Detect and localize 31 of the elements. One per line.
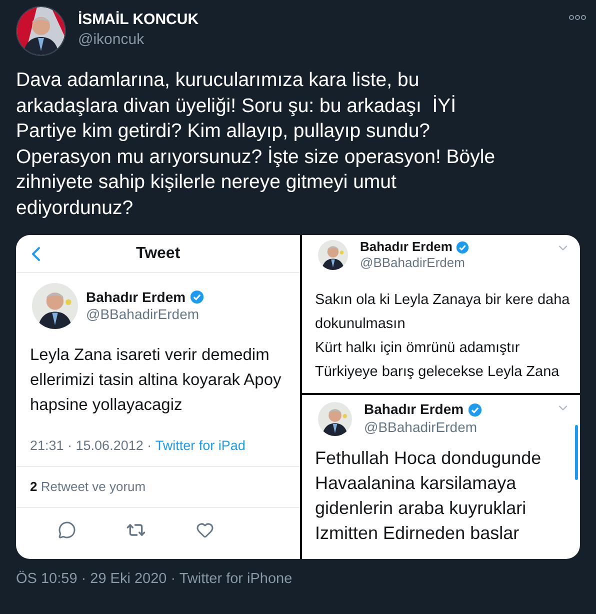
- scrollbar: [575, 425, 578, 480]
- author-handle: @BBahadirErdem: [360, 255, 466, 272]
- tweet-text: Dava adamlarına, kurucularımıza kara liste, bu arkadaşlara divan üyeliği! Soru şu: bu arkadaşı İYİ Partiye kim getirdi? Kim allayıp, pullayıp sundu? Operasyon mu arıyorsunuz? İşte size operasyon! Böyle zihniyete sahip kişilerle nereye gitmeyi umut ediyordunuz?: [15, 68, 496, 220]
- retweet-count: 2 Retweet ve yorum: [30, 479, 146, 494]
- tweet-text-line: Kürt halkı için ömrünü adamıştır: [315, 338, 521, 358]
- tweet-timestamp: ÖS 10:59 · 29 Eki 2020 · Twitter for iPhone: [15, 570, 294, 589]
- more-options-icon[interactable]: [569, 15, 586, 20]
- tweet-text-line: gidenlerin araba kuyruklari: [315, 497, 528, 520]
- tweet-timestamp: 21:31 · 15.06.2012 ·: [30, 437, 153, 455]
- author-handle: @BBahadirErdem: [86, 306, 200, 324]
- tweet-text-line: Fethullah Hoca dondugunde: [315, 447, 542, 470]
- tweet-text-line: hapsine yollayacagiz: [30, 395, 184, 416]
- verified-badge-icon: [190, 290, 204, 304]
- author-handle: @ikoncuk: [78, 30, 146, 50]
- author-name[interactable]: İSMAİL KONCUK: [78, 10, 199, 30]
- tweet-text-line: Leyla Zana isareti verir demedim: [30, 345, 270, 366]
- reply-icon[interactable]: [58, 521, 76, 540]
- page-title: Tweet: [136, 244, 180, 264]
- verified-badge-icon: [456, 240, 470, 254]
- tweet-text-line: Izmitten Edirneden baslar: [315, 522, 520, 545]
- author-handle: @BBahadirErdem: [364, 418, 478, 436]
- tweet-text-line: dokunulmasın: [315, 314, 406, 334]
- tweet-text-line: Türkiyeye barış gelecekse Leyla Zana: [315, 362, 560, 382]
- tweet-text-line: Havaalanina karsilamaya: [315, 472, 518, 495]
- tweet-text-line: Sakın ola ki Leyla Zanaya bir kere daha: [315, 290, 571, 310]
- author-name: Bahadır Erdem: [364, 401, 464, 418]
- author-name: Bahadır Erdem: [360, 239, 452, 256]
- like-icon[interactable]: [196, 521, 214, 540]
- tweet-text-line: ellerimizi tasin altina koyarak Apoy: [30, 370, 282, 391]
- author-name: Bahadır Erdem: [86, 288, 186, 306]
- verified-badge-icon: [468, 402, 482, 417]
